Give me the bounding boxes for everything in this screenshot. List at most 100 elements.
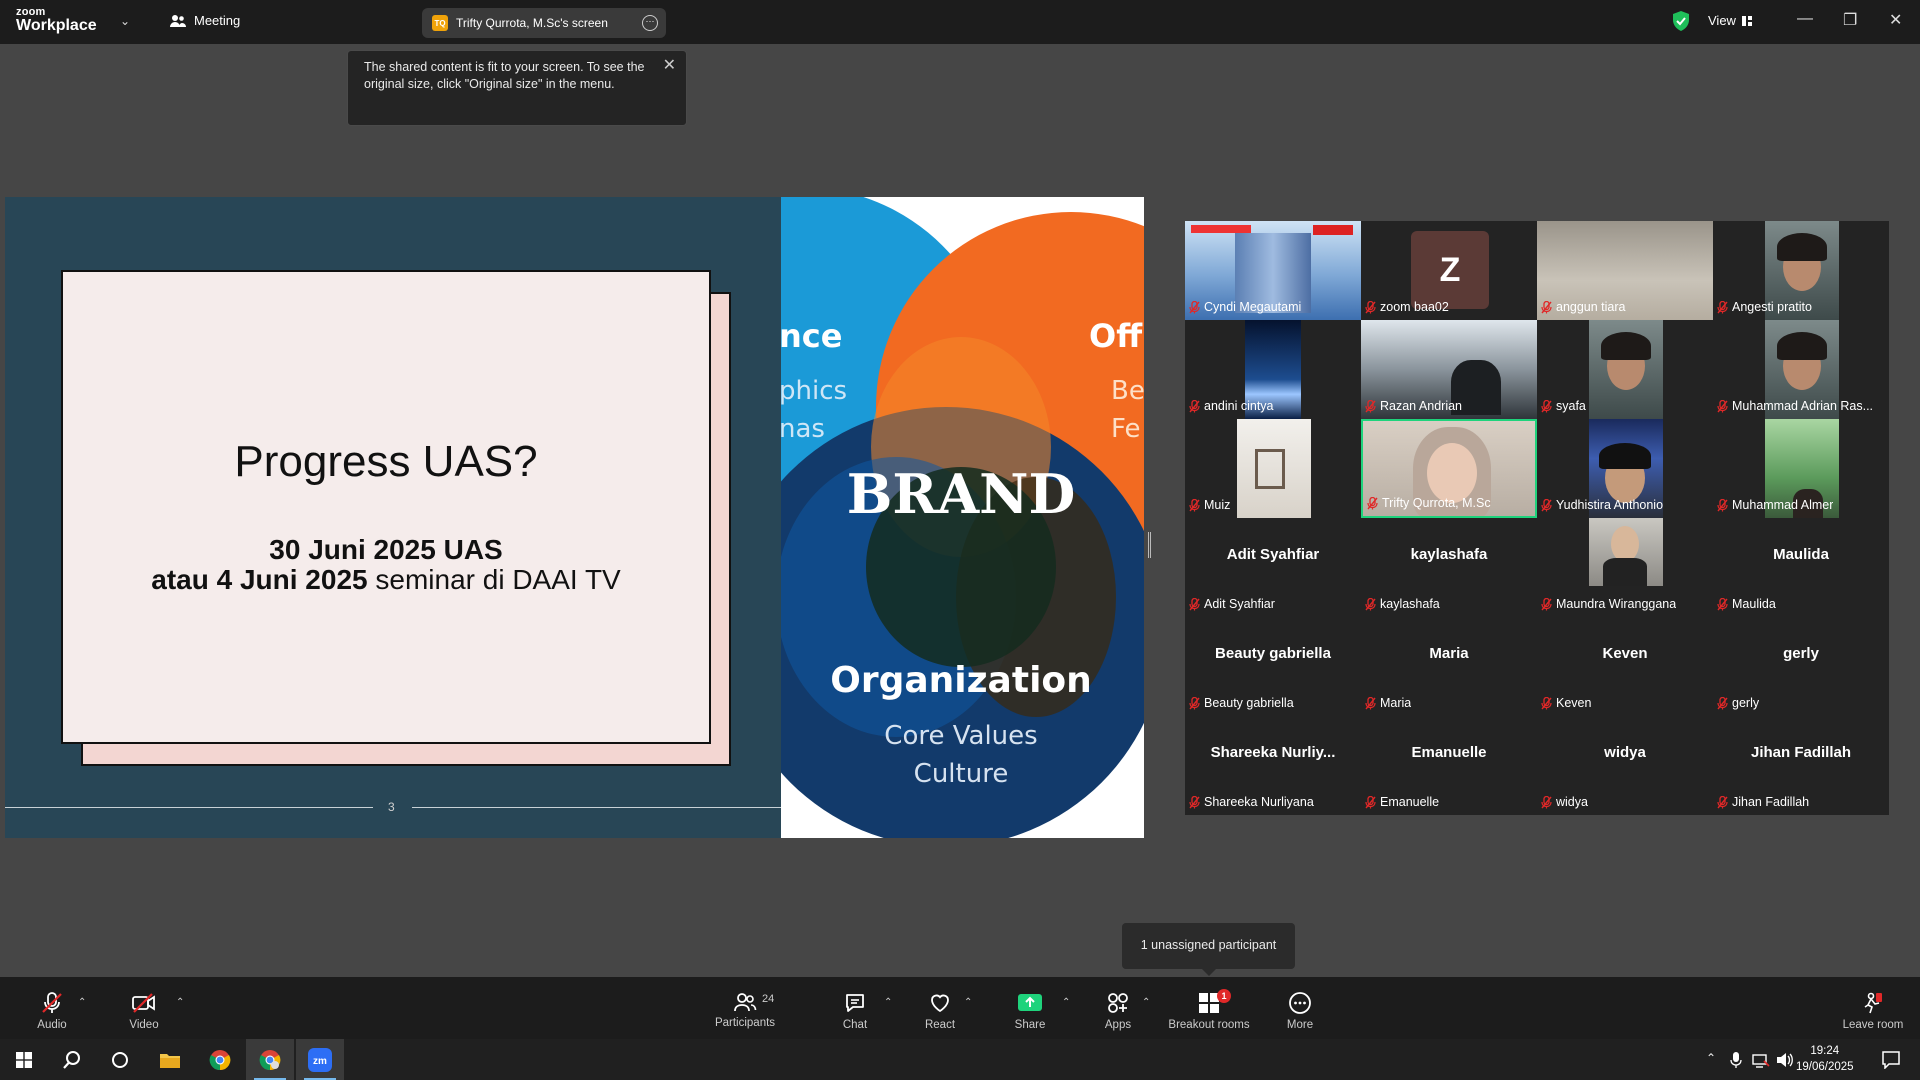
mic-muted-icon xyxy=(1717,696,1728,709)
brand-center-text: BRAND xyxy=(847,462,1076,526)
view-button[interactable]: View xyxy=(1708,13,1752,28)
participant-tile[interactable]: andini cintya xyxy=(1185,320,1361,419)
participant-tile[interactable]: Muiz xyxy=(1185,419,1361,518)
participant-tile[interactable]: Zzoom baa02 xyxy=(1361,221,1537,320)
shield-check-icon[interactable] xyxy=(1672,11,1690,31)
close-window-icon[interactable]: ✕ xyxy=(1889,10,1902,30)
breakout-label: Breakout rooms xyxy=(1168,1019,1250,1031)
video-button[interactable]: Video xyxy=(122,977,166,1039)
participant-name-label: Keven xyxy=(1541,696,1591,710)
svg-text:zm: zm xyxy=(313,1056,327,1067)
audio-options-caret[interactable]: ⌃ xyxy=(78,997,86,1008)
participant-tile[interactable]: Muhammad Adrian Ras... xyxy=(1713,320,1889,419)
notification-icon[interactable] xyxy=(1882,1051,1900,1069)
share-tab[interactable]: TQ Trifty Qurrota, M.Sc's screen ··· xyxy=(422,8,666,38)
participant-tile[interactable]: Razan Andrian xyxy=(1361,320,1537,419)
participant-name-label: Adit Syahfiar xyxy=(1189,597,1275,611)
leave-room-label: Leave room xyxy=(1842,1019,1904,1031)
title-bar: zoom Workplace ⌄ Meeting TQ Trifty Qurro… xyxy=(0,0,1920,44)
share-screen-icon xyxy=(1018,994,1042,1011)
more-options-icon[interactable]: ··· xyxy=(642,15,658,31)
participant-name-label: Maulida xyxy=(1717,597,1776,611)
participant-name: syafa xyxy=(1556,399,1586,413)
cortana-button[interactable] xyxy=(96,1039,144,1080)
participant-name: Shareeka Nurliyana xyxy=(1204,795,1314,809)
network-icon[interactable] xyxy=(1752,1052,1770,1068)
participant-tile[interactable]: Shareeka Nurliy... Shareeka Nurliyana xyxy=(1185,716,1361,815)
participant-name-label: kaylashafa xyxy=(1365,597,1440,611)
zoom-taskbar-button[interactable]: zm xyxy=(296,1039,344,1080)
more-button[interactable]: More xyxy=(1280,977,1320,1039)
mic-muted-icon xyxy=(1717,399,1728,412)
participant-name-label: Trifty Qurrota, M.Sc xyxy=(1367,496,1491,510)
participant-tile[interactable]: kaylashafa kaylashafa xyxy=(1361,518,1537,617)
react-button[interactable]: React xyxy=(920,977,960,1039)
video-options-caret[interactable]: ⌃ xyxy=(176,997,184,1008)
chat-options-caret[interactable]: ⌃ xyxy=(884,997,892,1008)
participant-name: Emanuelle xyxy=(1380,795,1440,809)
participant-name: Maria xyxy=(1380,696,1412,710)
participant-tile[interactable]: Angesti pratito xyxy=(1713,221,1889,320)
slide-footer: 3 xyxy=(5,800,781,814)
participant-tile[interactable]: widya widya xyxy=(1537,716,1713,815)
participant-tile[interactable]: Keven Keven xyxy=(1537,617,1713,716)
resize-handle[interactable] xyxy=(1148,532,1151,558)
apps-label: Apps xyxy=(1104,1019,1132,1031)
participant-tile[interactable]: Beauty gabriella Beauty gabriella xyxy=(1185,617,1361,716)
participants-count: 24 xyxy=(762,993,775,1005)
participant-tile[interactable]: anggun tiara xyxy=(1537,221,1713,320)
share-options-caret[interactable]: ⌃ xyxy=(1062,997,1070,1008)
chrome-icon xyxy=(209,1049,231,1070)
file-explorer-button[interactable] xyxy=(146,1039,194,1080)
apps-options-caret[interactable]: ⌃ xyxy=(1142,997,1150,1008)
share-button[interactable]: Share xyxy=(1010,977,1050,1039)
meeting-button[interactable]: Meeting xyxy=(170,13,240,28)
breakout-badge: 1 xyxy=(1217,989,1231,1003)
tq-badge: TQ xyxy=(432,15,448,31)
participant-tile[interactable]: Jihan Fadillah Jihan Fadillah xyxy=(1713,716,1889,815)
participant-tile[interactable]: Yudhistira Anthonio xyxy=(1537,419,1713,518)
participant-name: Yudhistira Anthonio xyxy=(1556,498,1664,512)
leave-room-button[interactable]: Leave room xyxy=(1838,977,1908,1039)
restore-icon[interactable]: ❐ xyxy=(1843,10,1857,30)
audio-label: Audio xyxy=(37,1019,67,1031)
tray-overflow-icon[interactable]: ⌃ xyxy=(1706,1051,1716,1065)
volume-icon[interactable] xyxy=(1776,1052,1794,1068)
right-sub-2: Fe xyxy=(1111,414,1141,444)
chevron-down-icon[interactable]: ⌄ xyxy=(120,14,130,28)
close-icon[interactable]: ✕ xyxy=(663,57,676,74)
chrome-button[interactable] xyxy=(196,1039,244,1080)
participant-tile[interactable]: syafa xyxy=(1537,320,1713,419)
participant-tile[interactable]: gerly gerly xyxy=(1713,617,1889,716)
participant-tile[interactable]: Emanuelle Emanuelle xyxy=(1361,716,1537,815)
participant-name-large: Shareeka Nurliy... xyxy=(1210,744,1336,761)
chrome-profile-button[interactable] xyxy=(246,1039,294,1080)
start-button[interactable] xyxy=(0,1039,48,1080)
audio-button[interactable]: Audio xyxy=(30,977,74,1039)
apps-button[interactable]: Apps xyxy=(1098,977,1138,1039)
participant-tile[interactable]: Maria Maria xyxy=(1361,617,1537,716)
footer-rule-right xyxy=(412,807,781,808)
participant-tile[interactable]: Muhammad Almer xyxy=(1713,419,1889,518)
participant-name: zoom baa02 xyxy=(1380,300,1449,314)
participants-icon xyxy=(734,993,757,1012)
participant-tile[interactable]: Trifty Qurrota, M.Sc xyxy=(1361,419,1537,518)
mic-muted-icon xyxy=(1541,399,1552,412)
minimize-icon[interactable]: — xyxy=(1797,10,1813,28)
tray-mic-icon[interactable] xyxy=(1730,1052,1742,1068)
participants-label: Participants xyxy=(714,1017,776,1029)
participant-tile[interactable]: Maundra Wiranggana xyxy=(1537,518,1713,617)
leave-room-icon xyxy=(1864,992,1882,1014)
chat-button[interactable]: Chat xyxy=(835,977,875,1039)
participant-tile[interactable]: Adit Syahfiar Adit Syahfiar xyxy=(1185,518,1361,617)
participant-name-label: Razan Andrian xyxy=(1365,399,1462,413)
participant-tile[interactable]: Cyndi Megautami xyxy=(1185,221,1361,320)
participant-tile[interactable]: Maulida Maulida xyxy=(1713,518,1889,617)
breakout-rooms-button[interactable]: Breakout rooms xyxy=(1164,977,1254,1039)
participants-button[interactable]: Participants xyxy=(710,977,780,1039)
search-button[interactable] xyxy=(48,1039,96,1080)
participant-name: Keven xyxy=(1556,696,1592,710)
react-options-caret[interactable]: ⌃ xyxy=(964,997,972,1008)
system-clock[interactable]: 19:24 19/06/2025 xyxy=(1796,1043,1854,1075)
culture-text: Culture xyxy=(914,759,1009,789)
